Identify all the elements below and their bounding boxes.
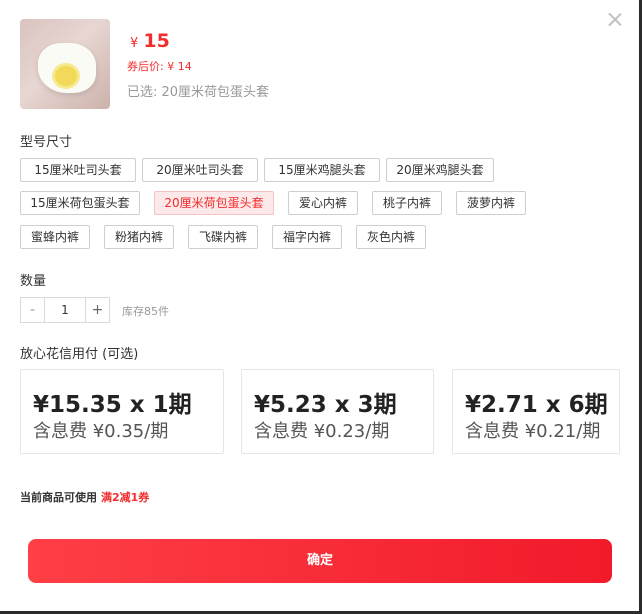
installment-plan-3[interactable]: ¥5.23 x 3期 含息费 ¥0.23/期 [241, 369, 434, 454]
currency-symbol: ¥ [130, 36, 139, 51]
size-option[interactable]: 灰色内裤 [356, 225, 426, 249]
size-option[interactable]: 爱心内裤 [288, 191, 358, 215]
installment-fee: 含息费 ¥0.35/期 [33, 421, 169, 442]
installment-plan-6[interactable]: ¥2.71 x 6期 含息费 ¥0.21/期 [452, 369, 620, 454]
egg-yolk-shape [52, 63, 80, 89]
coupon-info: 当前商品可使用 满2减1券 [20, 489, 149, 505]
installment-fee: 含息费 ¥0.23/期 [254, 421, 390, 442]
size-option[interactable]: 菠萝内裤 [456, 191, 526, 215]
installment-fee: 含息费 ¥0.21/期 [465, 421, 601, 442]
confirm-button[interactable]: 确定 [28, 539, 612, 583]
quantity-stepper: - 1 + [20, 297, 110, 323]
coupon-text: 当前商品可使用 [20, 491, 97, 504]
size-option[interactable]: 15厘米吐司头套 [20, 158, 136, 182]
size-option[interactable]: 20厘米鸡腿头套 [386, 158, 494, 182]
installment-amount: ¥2.71 x 6期 [465, 392, 608, 418]
size-option[interactable]: 蜜蜂内裤 [20, 225, 90, 249]
increase-quantity-button[interactable]: + [85, 298, 109, 322]
decrease-quantity-button[interactable]: - [21, 298, 45, 322]
size-option[interactable]: 15厘米鸡腿头套 [264, 158, 380, 182]
stock-count: 库存85件 [122, 305, 169, 318]
quantity-input[interactable]: 1 [45, 298, 85, 322]
size-option[interactable]: 粉猪内裤 [104, 225, 174, 249]
product-image [20, 19, 110, 109]
installment-plan-1[interactable]: ¥15.35 x 1期 含息费 ¥0.35/期 [20, 369, 224, 454]
coupon-price: 券后价: ¥ 14 [127, 60, 192, 73]
installment-amount: ¥5.23 x 3期 [254, 392, 397, 418]
selected-variant: 已选: 20厘米荷包蛋头套 [127, 85, 270, 100]
quantity-section-title: 数量 [20, 274, 47, 289]
product-price: ¥ 15 [130, 30, 170, 52]
size-option[interactable]: 飞碟内裤 [188, 225, 258, 249]
size-option-selected[interactable]: 20厘米荷包蛋头套 [154, 191, 274, 215]
size-option[interactable]: 桃子内裤 [372, 191, 442, 215]
price-value: 15 [143, 30, 170, 52]
size-option[interactable]: 20厘米吐司头套 [142, 158, 258, 182]
coupon-highlight[interactable]: 满2减1券 [101, 491, 149, 504]
installment-amount: ¥15.35 x 1期 [33, 392, 192, 418]
installment-section-title: 放心花信用付 (可选) [20, 347, 139, 362]
size-option[interactable]: 15厘米荷包蛋头套 [20, 191, 140, 215]
size-section-title: 型号尺寸 [20, 135, 73, 150]
close-icon[interactable] [608, 12, 622, 26]
size-option[interactable]: 福字内裤 [272, 225, 342, 249]
